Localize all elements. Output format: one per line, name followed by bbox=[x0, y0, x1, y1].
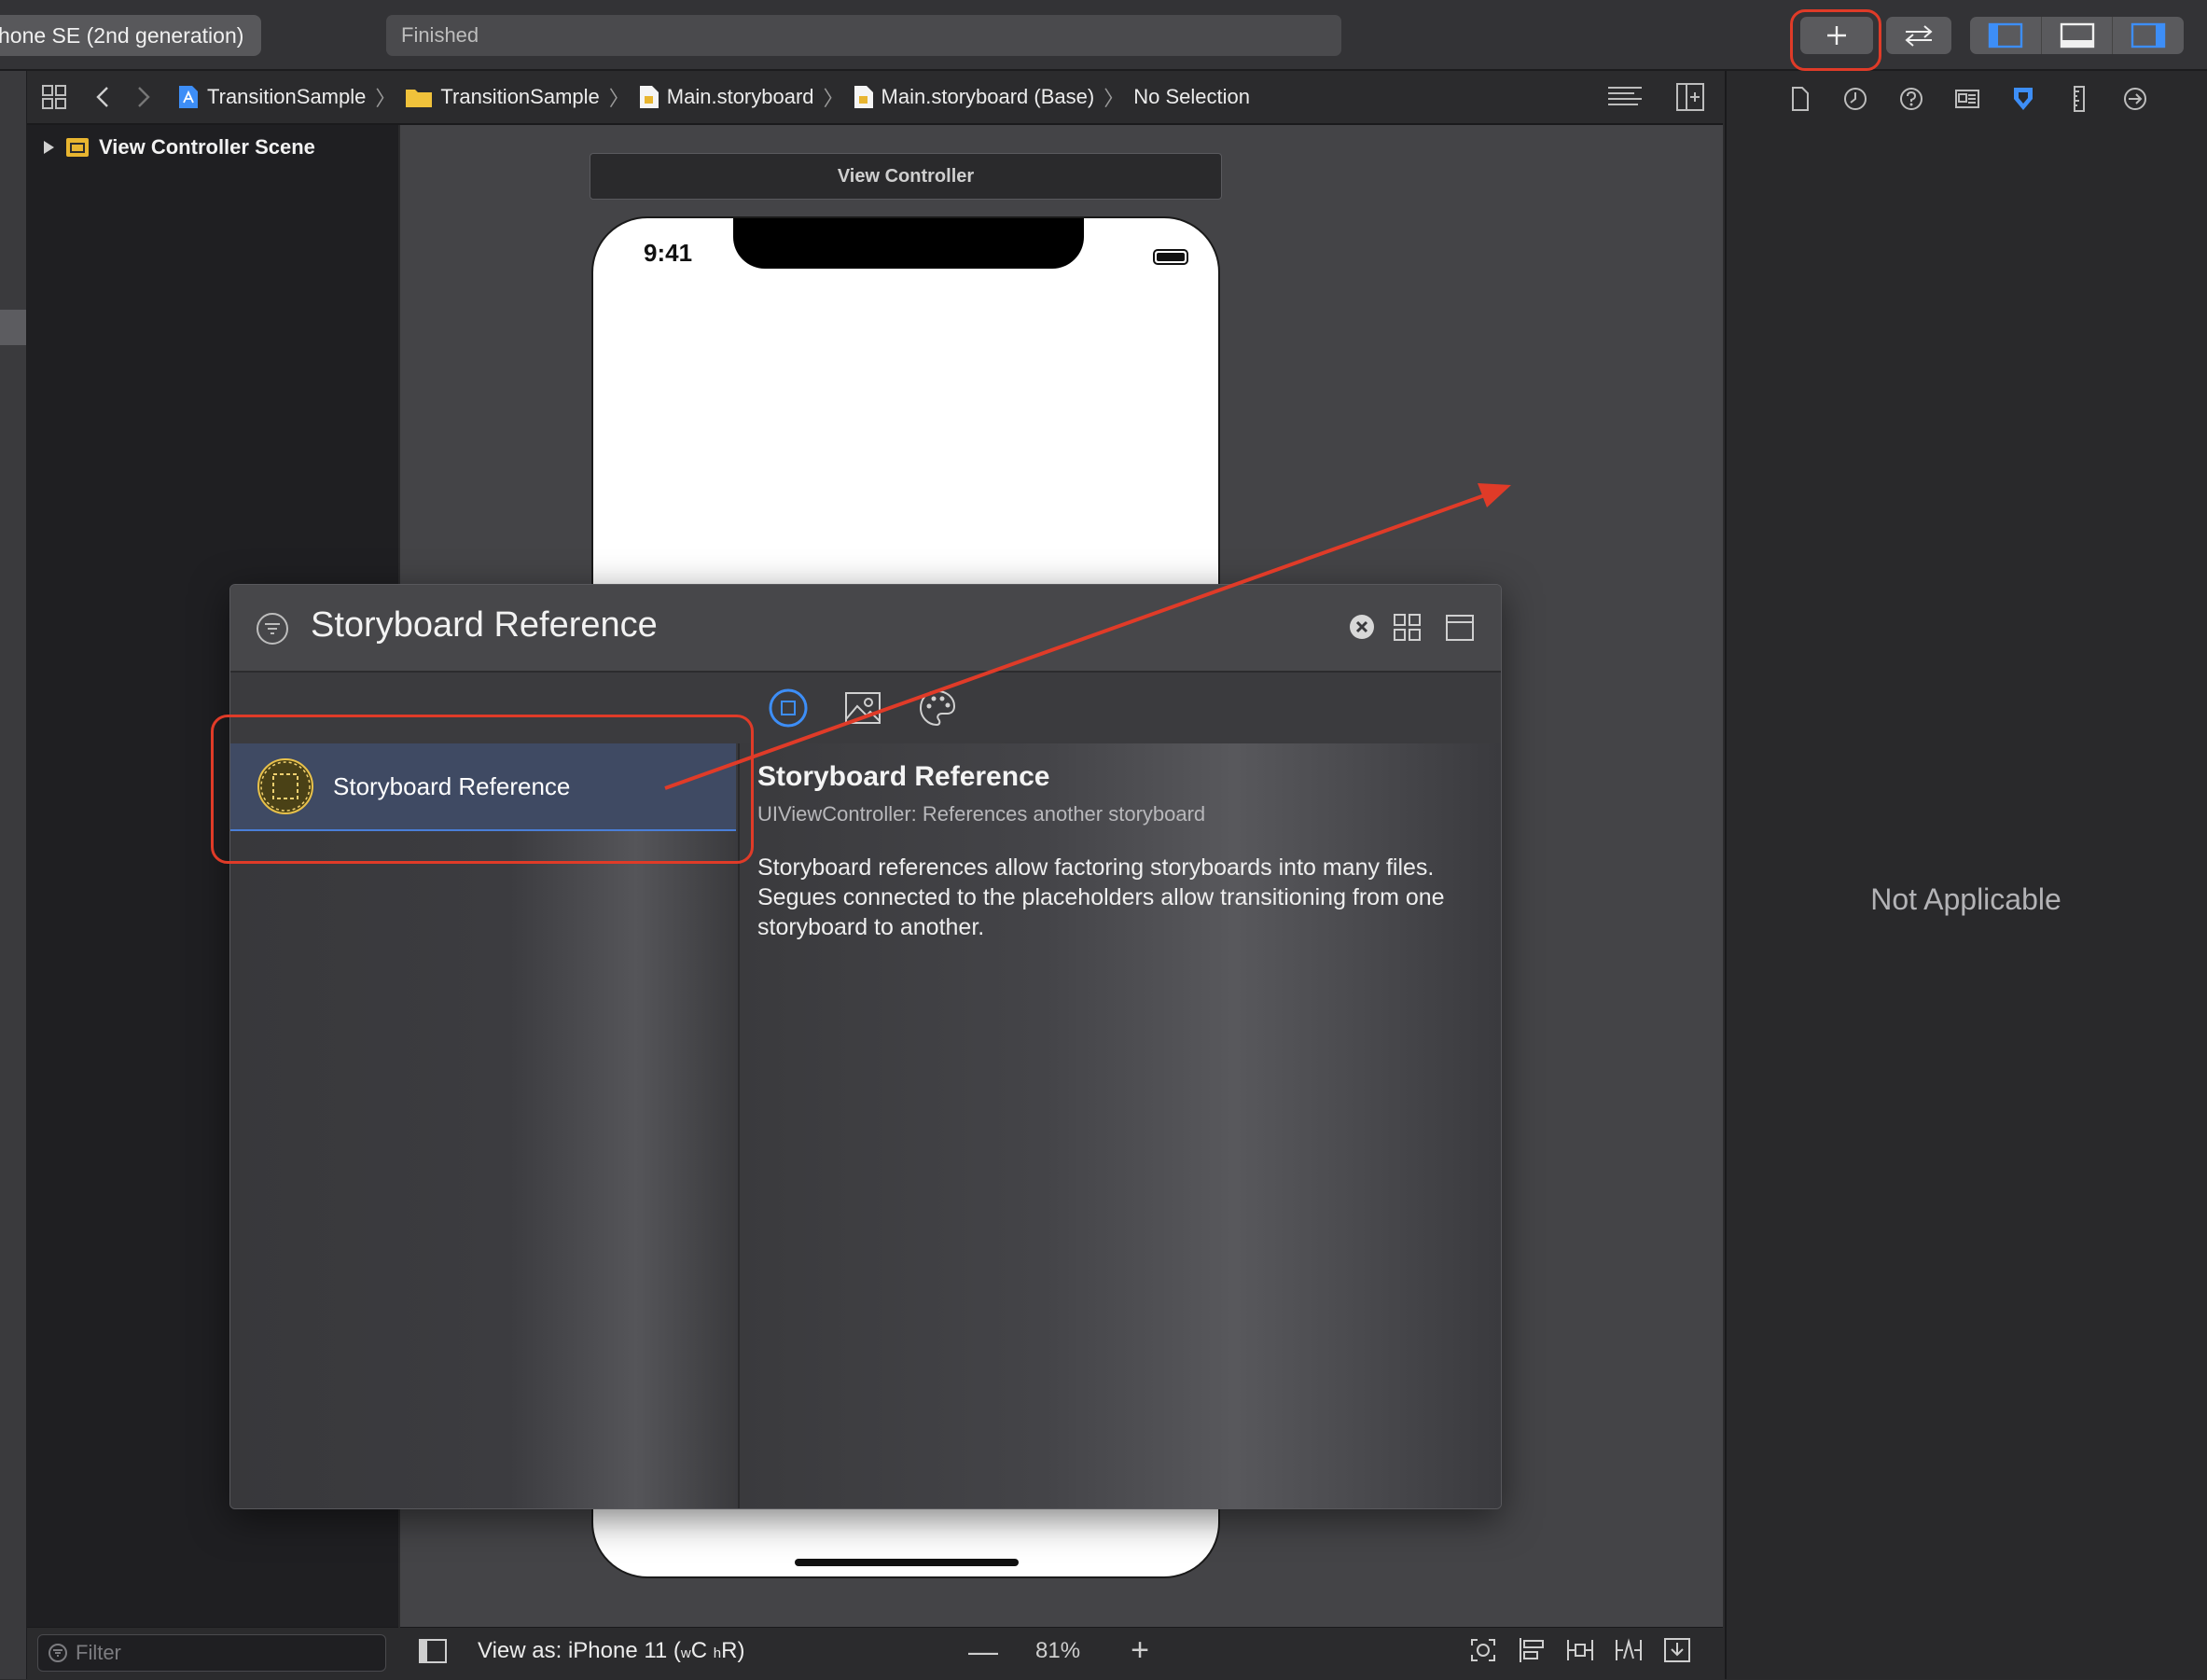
media-library-tab[interactable] bbox=[842, 687, 883, 729]
related-items-icon[interactable] bbox=[41, 84, 67, 110]
add-editor-icon[interactable] bbox=[1675, 82, 1705, 112]
crumb-project[interactable]: TransitionSample bbox=[177, 85, 366, 109]
detail-subtitle: UIViewController: References another sto… bbox=[757, 802, 1206, 826]
add-constraints-icon[interactable] bbox=[1565, 1636, 1595, 1664]
disclosure-triangle-icon[interactable] bbox=[41, 139, 56, 156]
color-library-tab[interactable] bbox=[917, 687, 958, 729]
breadcrumb-separator: 〉 bbox=[823, 87, 844, 110]
zoom-in-button[interactable]: + bbox=[1123, 1632, 1157, 1669]
inspector-pane bbox=[1725, 71, 2207, 1679]
right-panel-icon bbox=[2131, 22, 2166, 49]
toggle-inspector-button[interactable] bbox=[2112, 17, 2184, 54]
folder-icon bbox=[406, 90, 433, 107]
toggle-outline-icon[interactable] bbox=[418, 1638, 448, 1664]
connections-inspector-icon[interactable] bbox=[2117, 82, 2153, 116]
size-inspector-icon[interactable] bbox=[2061, 82, 2097, 116]
crumb-selection[interactable]: No Selection bbox=[1133, 85, 1250, 109]
bottom-panel-icon bbox=[2060, 22, 2095, 49]
palette-tab-icon bbox=[919, 689, 956, 727]
activity-status: Finished bbox=[386, 15, 1341, 56]
swap-arrows-icon bbox=[1905, 25, 1933, 47]
outline-row-view-controller-scene[interactable]: View Controller Scene bbox=[41, 131, 315, 164]
update-frames-icon[interactable] bbox=[1468, 1636, 1498, 1664]
inspector-empty-message: Not Applicable bbox=[1870, 882, 2061, 916]
storyboard-file-icon bbox=[639, 86, 659, 108]
zoom-level: 81% bbox=[1035, 1638, 1081, 1663]
crumb-folder[interactable]: TransitionSample bbox=[405, 85, 600, 109]
objects-tab-icon bbox=[769, 688, 808, 728]
left-strip-selection bbox=[0, 310, 26, 345]
filter-icon bbox=[255, 611, 290, 646]
annotation-highlight-library-item bbox=[211, 715, 754, 864]
detail-title: Storyboard Reference bbox=[757, 761, 1050, 792]
crumb-storyboard-base[interactable]: Main.storyboard (Base) bbox=[854, 85, 1094, 109]
home-indicator bbox=[795, 1559, 1019, 1566]
clear-search-icon[interactable] bbox=[1348, 613, 1376, 641]
battery-icon bbox=[1153, 249, 1188, 265]
filter-input[interactable]: Filter bbox=[37, 1634, 386, 1672]
attributes-inspector-icon[interactable] bbox=[2006, 82, 2041, 116]
inspector-tabs bbox=[1782, 82, 2153, 116]
breadcrumb-separator: 〉 bbox=[608, 87, 630, 110]
editor-options-icon[interactable] bbox=[1606, 84, 1644, 110]
detail-description: Storyboard references allow factoring st… bbox=[757, 854, 1445, 940]
breadcrumb: TransitionSample 〉 TransitionSample 〉 Ma… bbox=[177, 80, 1250, 114]
history-inspector-icon[interactable] bbox=[1838, 82, 1873, 116]
storyboard-file-icon bbox=[854, 86, 873, 108]
scheme-selector[interactable]: hone SE (2nd generation) bbox=[0, 15, 261, 56]
annotation-highlight-library-button bbox=[1790, 9, 1881, 71]
resolve-issues-icon[interactable] bbox=[1614, 1636, 1644, 1664]
zoom-out-button[interactable]: — bbox=[966, 1634, 1000, 1669]
project-file-icon bbox=[179, 86, 198, 108]
breadcrumb-separator: 〉 bbox=[375, 87, 396, 110]
view-as-device-button[interactable]: View as: iPhone 11 (wC hR) bbox=[478, 1638, 744, 1664]
filter-placeholder: Filter bbox=[76, 1641, 121, 1664]
forward-chevron-icon[interactable] bbox=[134, 84, 153, 110]
details-view-icon[interactable] bbox=[1445, 613, 1475, 643]
back-chevron-icon[interactable] bbox=[93, 84, 112, 110]
scene-label: View Controller Scene bbox=[99, 135, 315, 159]
layout-tools bbox=[1468, 1636, 1692, 1664]
library-search-input[interactable]: Storyboard Reference bbox=[311, 605, 658, 646]
scene-icon bbox=[66, 138, 89, 157]
identity-inspector-icon[interactable] bbox=[1950, 82, 1985, 116]
code-review-button[interactable] bbox=[1886, 17, 1951, 54]
device-notch bbox=[733, 218, 1084, 269]
status-bar-time: 9:41 bbox=[644, 239, 693, 267]
breadcrumb-separator: 〉 bbox=[1104, 87, 1125, 110]
embed-in-icon[interactable] bbox=[1662, 1636, 1692, 1664]
toggle-debug-area-button[interactable] bbox=[2041, 17, 2113, 54]
scene-title-bar[interactable]: View Controller bbox=[590, 153, 1222, 200]
left-panel-icon bbox=[1988, 22, 2023, 49]
grid-view-icon[interactable] bbox=[1393, 613, 1423, 643]
file-inspector-icon[interactable] bbox=[1782, 82, 1817, 116]
image-tab-icon bbox=[845, 692, 881, 724]
objects-library-tab[interactable] bbox=[768, 687, 809, 729]
quick-help-icon[interactable] bbox=[1894, 82, 1929, 116]
align-icon[interactable] bbox=[1517, 1636, 1547, 1664]
crumb-storyboard[interactable]: Main.storyboard bbox=[639, 85, 814, 109]
filter-icon bbox=[49, 1644, 67, 1662]
toggle-navigator-button[interactable] bbox=[1970, 17, 2041, 54]
